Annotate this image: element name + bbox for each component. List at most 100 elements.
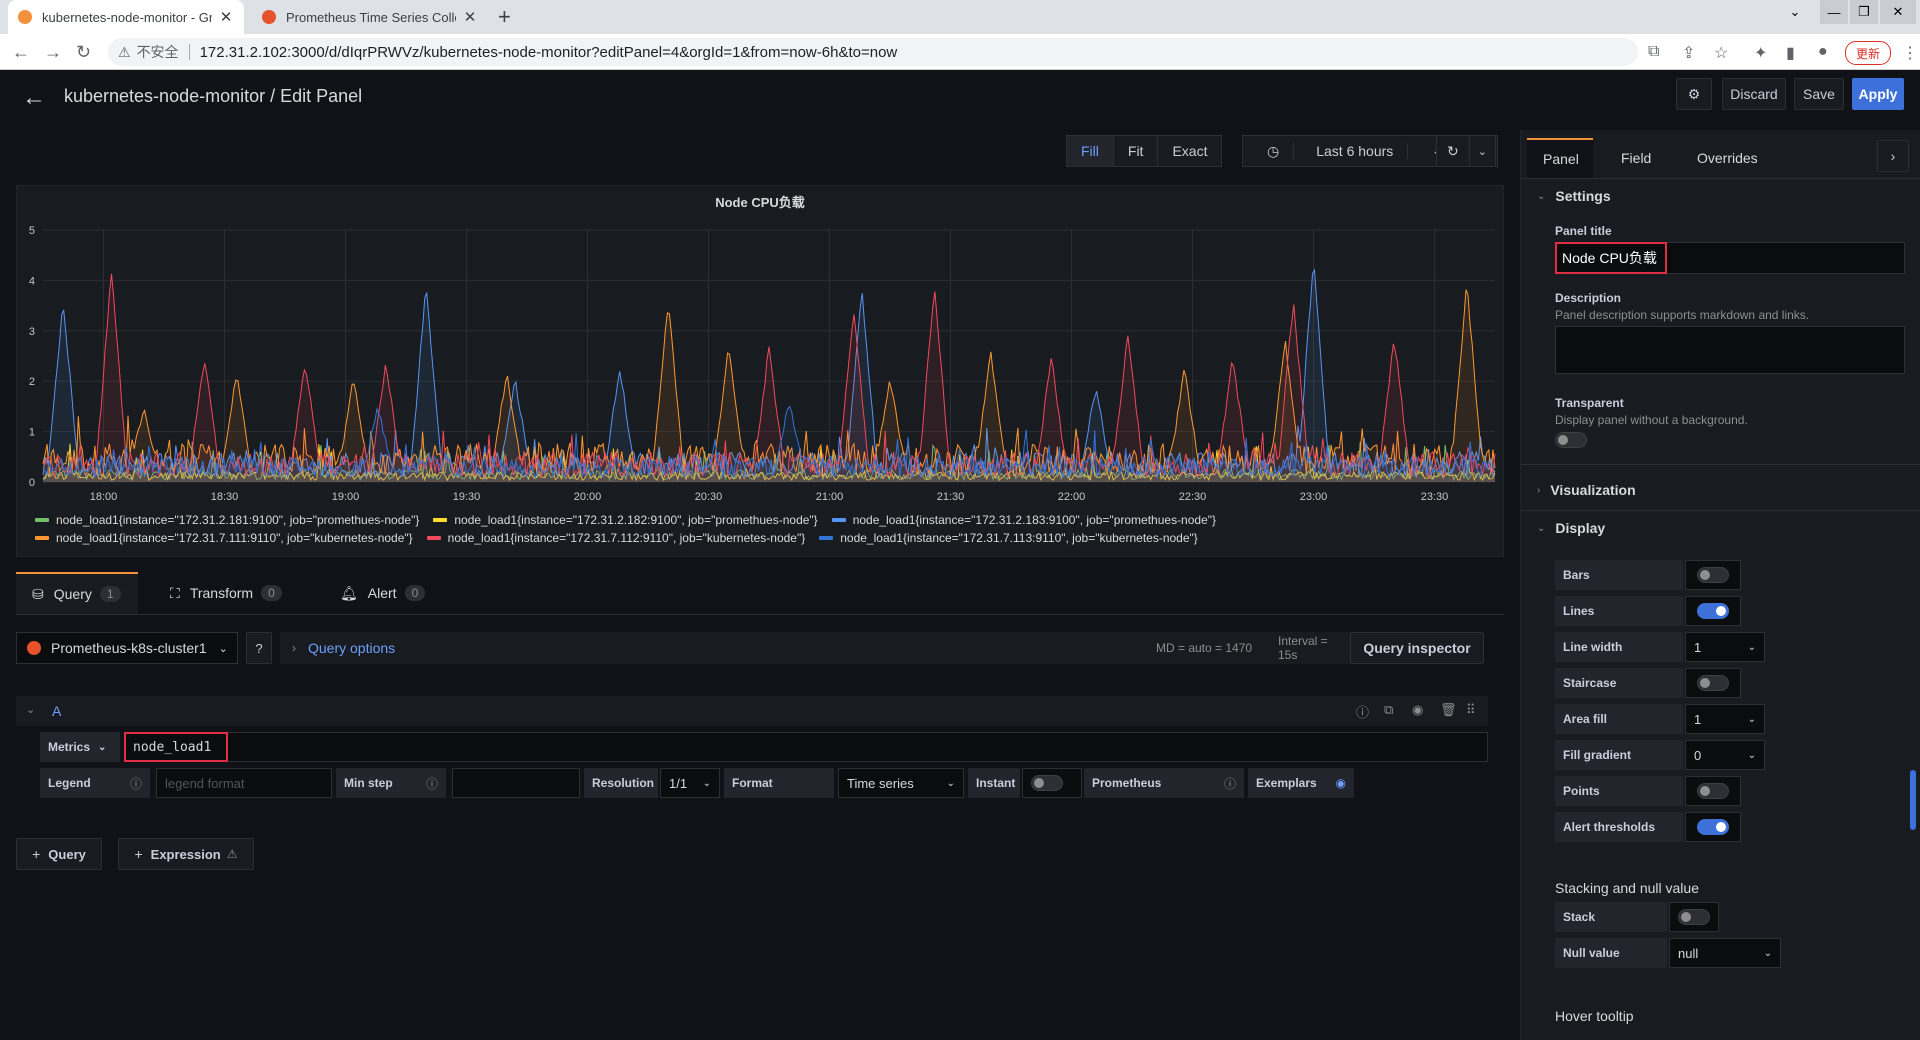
share-icon[interactable]: ⇪ — [1682, 43, 1695, 63]
add-expression-button[interactable]: + Expression ⚠ — [118, 838, 254, 870]
display-row-label: Fill gradient — [1555, 740, 1683, 770]
null-value-label: Null value — [1555, 938, 1667, 968]
legend-item[interactable]: node_load1{instance="172.31.7.112:9110",… — [426, 531, 805, 545]
legend-item[interactable]: node_load1{instance="172.31.2.181:9100",… — [35, 513, 419, 527]
panel-title-label: Panel title — [1555, 224, 1612, 238]
query-options-link[interactable]: Query options — [308, 640, 395, 656]
close-tab-icon[interactable]: ✕ — [462, 8, 478, 26]
min-step-input[interactable] — [452, 768, 580, 798]
metrics-dropdown[interactable]: Metrics ⌄ — [40, 732, 120, 762]
legend-item[interactable]: node_load1{instance="172.31.7.111:9110",… — [35, 531, 413, 545]
exemplars-eye-icon[interactable]: ◉ — [1336, 776, 1346, 790]
minimize-icon[interactable]: — — [1820, 0, 1848, 24]
format-select[interactable]: Time series ⌄ — [838, 768, 964, 798]
close-window-icon[interactable]: ✕ — [1880, 0, 1916, 24]
null-value-select[interactable]: null ⌄ — [1669, 938, 1781, 968]
apply-button[interactable]: Apply — [1852, 78, 1904, 110]
display-toggle[interactable] — [1697, 675, 1729, 691]
close-tab-icon[interactable]: ✕ — [218, 8, 234, 26]
forward-icon[interactable]: → — [44, 42, 62, 63]
min-step-label: Min step ⓘ — [336, 768, 446, 798]
display-row-label: Points — [1555, 776, 1683, 806]
tab-panel[interactable]: Panel — [1527, 138, 1593, 178]
menu-icon[interactable]: ⋮ — [1902, 43, 1918, 63]
profile-icon[interactable]: ● — [1818, 43, 1828, 61]
display-toggle[interactable] — [1697, 783, 1729, 799]
stack-toggle[interactable] — [1678, 909, 1710, 925]
reload-icon[interactable]: ↻ — [76, 42, 91, 63]
chevron-down-icon: ⌄ — [946, 777, 955, 789]
drag-handle-icon[interactable]: ⠿ — [1466, 702, 1476, 718]
legend-item[interactable]: node_load1{instance="172.31.2.182:9100",… — [433, 513, 818, 527]
settings-gear-button[interactable]: ⚙ — [1676, 78, 1712, 110]
add-expression-label: Expression — [150, 846, 221, 862]
trash-icon[interactable]: 🗑︎ — [1440, 702, 1457, 718]
tab-search-icon[interactable]: ⌄ — [1780, 0, 1810, 24]
duplicate-icon[interactable]: ⧉ — [1384, 702, 1393, 718]
datasource-picker[interactable]: Prometheus-k8s-cluster1 ⌄ — [16, 632, 238, 664]
time-series-chart[interactable]: 0 1 2 3 4 5 18:00 18:30 19:00 19:30 20:00 20:30 21:0… — [17, 186, 1503, 506]
display-toggle[interactable] — [1697, 819, 1729, 835]
refresh-icon[interactable]: ↻ — [1437, 136, 1470, 166]
add-query-button[interactable]: + Query — [16, 838, 102, 870]
browser-tab-bar: kubernetes-node-monitor - Gr ✕ Prometheu… — [0, 0, 1920, 34]
resolution-select[interactable]: 1/1 ⌄ — [660, 768, 720, 798]
update-button[interactable]: 更新 — [1845, 41, 1892, 65]
legend-swatch — [819, 536, 834, 540]
collapse-chevron-icon[interactable]: ⌄ — [26, 703, 35, 716]
legend-item[interactable]: node_load1{instance="172.31.2.183:9100",… — [831, 513, 1216, 527]
query-inspector-button[interactable]: Query inspector — [1350, 632, 1484, 664]
display-select[interactable]: 0 ⌄ — [1685, 740, 1765, 770]
restore-icon[interactable]: ❐ — [1850, 0, 1878, 24]
browser-tab-grafana[interactable]: kubernetes-node-monitor - Gr ✕ — [8, 0, 244, 34]
legend-format-input[interactable]: legend format — [156, 768, 332, 798]
exact-button[interactable]: Exact — [1158, 136, 1221, 166]
translate-icon[interactable]: ⧉ — [1648, 43, 1659, 61]
visualization-section-header[interactable]: › Visualization — [1537, 482, 1636, 498]
settings-section-header[interactable]: ⌄ Settings — [1537, 188, 1611, 204]
description-textarea[interactable] — [1555, 326, 1905, 374]
metrics-query-input[interactable]: node_load1 — [124, 732, 1488, 762]
fill-button[interactable]: Fill — [1067, 136, 1114, 166]
tab-alert[interactable]: 🔔︎ Alert 0 — [340, 572, 426, 614]
transparent-toggle[interactable] — [1555, 432, 1587, 448]
collapse-sidebar-icon[interactable]: › — [1877, 140, 1909, 172]
tab-transform[interactable]: ⛶ Transform 0 — [170, 572, 282, 614]
browser-tab-title: Prometheus Time Series Colle — [286, 9, 456, 25]
display-select[interactable]: 1 ⌄ — [1685, 704, 1765, 734]
tab-overrides[interactable]: Overrides — [1697, 138, 1758, 178]
transform-icon: ⛶ — [170, 584, 180, 601]
bookmark-star-icon[interactable]: ☆ — [1714, 43, 1728, 63]
help-icon[interactable]: ? — [246, 632, 272, 664]
discard-button[interactable]: Discard — [1722, 78, 1786, 110]
instant-toggle[interactable] — [1031, 775, 1063, 791]
display-toggle[interactable] — [1697, 603, 1729, 619]
time-range-label: Last 6 hours — [1302, 143, 1409, 159]
sidepanel-icon[interactable]: ▮ — [1786, 43, 1795, 63]
x-tick-label: 20:00 — [574, 491, 602, 503]
back-arrow-icon[interactable]: ← — [22, 84, 46, 112]
display-select[interactable]: 1 ⌄ — [1685, 632, 1765, 662]
legend-item[interactable]: node_load1{instance="172.31.7.113:9110",… — [819, 531, 1198, 545]
tab-query[interactable]: ⛁ Query 1 — [16, 572, 138, 614]
chevron-right-icon[interactable]: › — [292, 641, 296, 655]
eye-icon[interactable]: ◉ — [1412, 702, 1423, 718]
display-toggle[interactable] — [1697, 567, 1729, 583]
url-field[interactable]: ⚠ 不安全 172.31.2.102:3000/d/dIqrPRWVz/kube… — [108, 38, 1638, 66]
fit-button[interactable]: Fit — [1114, 136, 1159, 166]
time-range-button[interactable]: ◷Last 6 hours⌄ — [1243, 136, 1466, 166]
extensions-icon[interactable]: ✦ — [1754, 43, 1767, 63]
browser-tab-prometheus[interactable]: Prometheus Time Series Colle ✕ — [252, 0, 488, 34]
display-row-label: Staircase — [1555, 668, 1683, 698]
datasource-name: Prometheus-k8s-cluster1 — [51, 640, 207, 656]
query-ref-id[interactable]: A — [52, 703, 61, 719]
back-icon[interactable]: ← — [12, 42, 30, 63]
save-button[interactable]: Save — [1794, 78, 1844, 110]
sidebar-scrollbar[interactable] — [1910, 770, 1916, 830]
new-tab-icon[interactable]: + — [498, 4, 511, 30]
display-section-header[interactable]: ⌄ Display — [1537, 520, 1605, 536]
query-help-icon[interactable]: ⓘ — [1356, 702, 1369, 721]
options-sidebar: Panel Field Overrides › ⌄ Settings Panel … — [1520, 130, 1920, 1040]
tab-field[interactable]: Field — [1621, 138, 1651, 178]
refresh-interval-chevron-icon[interactable]: ⌄ — [1470, 136, 1495, 166]
